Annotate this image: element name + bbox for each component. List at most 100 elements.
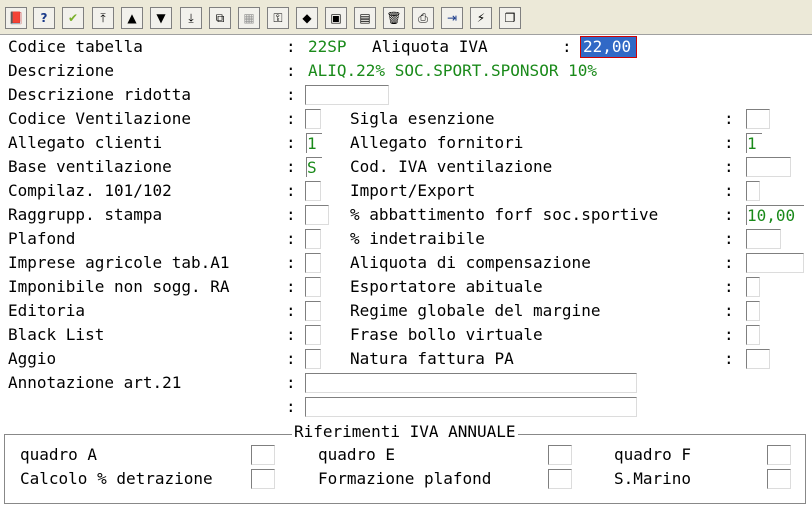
colon: :	[724, 157, 734, 176]
frase-bollo-virtuale-label: Frase bollo virtuale	[350, 325, 543, 344]
allegato-clienti-label: Allegato clienti	[8, 133, 163, 152]
formazione-plafond-field[interactable]	[548, 469, 572, 489]
colon: :	[724, 277, 734, 296]
abbattimento-forf-label: % abbattimento forf soc.sportive	[350, 205, 659, 224]
descrizione-ridotta-label: Descrizione ridotta	[8, 85, 192, 104]
windows-icon[interactable]: ❐	[499, 7, 521, 29]
quadro-a-field[interactable]	[251, 445, 275, 465]
help-icon[interactable]: ?	[33, 7, 55, 29]
editoria-label: Editoria	[8, 301, 86, 320]
annotazione-art21-field[interactable]	[305, 373, 637, 393]
imprese-agricole-label: Imprese agricole tab.A1	[8, 253, 230, 272]
codice-ventilazione-label: Codice Ventilazione	[8, 109, 192, 128]
aliquota-iva-field[interactable]: 22,00	[580, 36, 637, 58]
quadro-f-field[interactable]	[767, 445, 791, 465]
colon: :	[286, 373, 296, 392]
colon: :	[286, 301, 296, 320]
colon: :	[286, 157, 296, 176]
base-ventilazione-field[interactable]: S	[306, 157, 322, 177]
plafond-label: Plafond	[8, 229, 76, 248]
checkmark-icon[interactable]: ✔	[62, 7, 84, 29]
colon: :	[724, 205, 734, 224]
document-icon[interactable]: ▤	[354, 7, 376, 29]
esportatore-abituale-field[interactable]	[746, 277, 760, 297]
copy-icon[interactable]: ⧉	[209, 7, 231, 29]
editoria-field[interactable]	[305, 301, 321, 321]
aliquota-iva-label: Aliquota IVA	[372, 37, 488, 56]
colon: :	[286, 109, 296, 128]
compilaz-101-102-label: Compilaz. 101/102	[8, 181, 172, 200]
s-marino-label: S.Marino	[614, 469, 692, 488]
colon: :	[724, 325, 734, 344]
calcolo-detrazione-label: Calcolo % detrazione	[20, 469, 213, 488]
descrizione-ridotta-field[interactable]	[305, 85, 389, 105]
aliquota-compensazione-field[interactable]	[746, 253, 804, 273]
toolbar: 📕 ? ✔ ⤒ ▲ ▼ ⤓ ⧉ ▦ ⚿ ◆ ▣ ▤ 🗑 ⎙ ⇥ ⚡ ❐	[0, 0, 812, 35]
colon: :	[286, 349, 296, 368]
aliquota-compensazione-label: Aliquota di compensazione	[350, 253, 591, 272]
codice-tabella-field[interactable]: 22SP	[308, 37, 347, 57]
raggrupp-stampa-label: Raggrupp. stampa	[8, 205, 163, 224]
save-icon[interactable]: ▣	[325, 7, 347, 29]
colon: :	[724, 253, 734, 272]
first-record-icon[interactable]: ⤒	[92, 7, 114, 29]
colon: :	[286, 397, 296, 416]
next-record-icon[interactable]: ▼	[150, 7, 172, 29]
black-list-field[interactable]	[305, 325, 321, 345]
colon: :	[286, 85, 296, 104]
sigla-esenzione-field[interactable]	[746, 109, 770, 129]
codice-ventilazione-field[interactable]	[305, 109, 321, 129]
cod-iva-ventilazione-label: Cod. IVA ventilazione	[350, 157, 553, 176]
esportatore-abituale-label: Esportatore abituale	[350, 277, 543, 296]
colon: :	[562, 37, 572, 56]
colon: :	[724, 109, 734, 128]
compilaz-101-102-field[interactable]	[305, 181, 321, 201]
raggrupp-stampa-field[interactable]	[305, 205, 329, 225]
s-marino-field[interactable]	[767, 469, 791, 489]
last-record-icon[interactable]: ⤓	[180, 7, 202, 29]
gem-icon[interactable]: ◆	[296, 7, 318, 29]
annotazione-art21-label: Annotazione art.21	[8, 373, 182, 392]
indetraibile-field[interactable]	[746, 229, 781, 249]
quadro-e-field[interactable]	[548, 445, 572, 465]
calcolo-detrazione-field[interactable]	[251, 469, 275, 489]
formazione-plafond-label: Formazione plafond	[318, 469, 492, 488]
imponibile-non-sogg-label: Imponibile non sogg. RA	[8, 277, 230, 296]
imprese-agricole-field[interactable]	[305, 253, 321, 273]
book-icon[interactable]: 📕	[5, 7, 27, 29]
abbattimento-forf-field[interactable]: 10,00	[746, 205, 804, 225]
frase-bollo-virtuale-field[interactable]	[746, 325, 760, 345]
sigla-esenzione-label: Sigla esenzione	[350, 109, 495, 128]
imponibile-non-sogg-field[interactable]	[305, 277, 321, 297]
plafond-field[interactable]	[305, 229, 321, 249]
cod-iva-ventilazione-field[interactable]	[746, 157, 791, 177]
colon: :	[286, 325, 296, 344]
colon: :	[724, 349, 734, 368]
regime-globale-margine-field[interactable]	[746, 301, 760, 321]
colon: :	[286, 277, 296, 296]
codice-tabella-label: Codice tabella	[8, 37, 143, 56]
aggio-field[interactable]	[305, 349, 321, 369]
colon: :	[286, 61, 296, 80]
key-icon[interactable]: ⚿	[267, 7, 289, 29]
annotazione-art21-field-2[interactable]	[305, 397, 637, 417]
colon: :	[724, 229, 734, 248]
trash-icon[interactable]: 🗑	[383, 7, 405, 29]
allegato-clienti-field[interactable]: 1	[306, 133, 322, 153]
quadro-f-label: quadro F	[614, 445, 692, 464]
grid-icon[interactable]: ▦	[238, 7, 260, 29]
riferimenti-iva-annuale-title: Riferimenti IVA ANNUALE	[292, 422, 518, 442]
allegato-fornitori-field[interactable]: 1	[746, 133, 762, 153]
indetraibile-label: % indetraibile	[350, 229, 485, 248]
lightning-icon[interactable]: ⚡	[470, 7, 492, 29]
previous-record-icon[interactable]: ▲	[121, 7, 143, 29]
descrizione-label: Descrizione	[8, 61, 114, 80]
printer-icon[interactable]: ⎙	[412, 7, 434, 29]
colon: :	[724, 181, 734, 200]
descrizione-field[interactable]: ALIQ.22% SOC.SPORT.SPONSOR 10%	[308, 61, 597, 81]
base-ventilazione-label: Base ventilazione	[8, 157, 172, 176]
import-export-field[interactable]	[746, 181, 760, 201]
natura-fattura-pa-field[interactable]	[746, 349, 770, 369]
allegato-fornitori-label: Allegato fornitori	[350, 133, 524, 152]
exit-icon[interactable]: ⇥	[441, 7, 463, 29]
